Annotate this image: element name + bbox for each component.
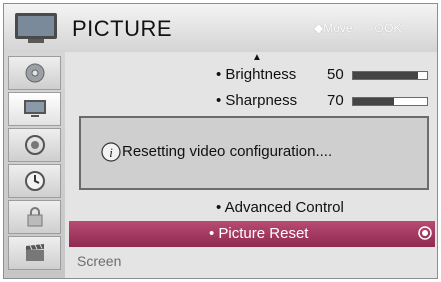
disc-icon (25, 63, 44, 83)
sharpness-level-fill (353, 98, 394, 105)
tv-icon (15, 13, 57, 43)
menu-item-brightness-label[interactable]: • Brightness (216, 66, 296, 83)
picture-menu-window: PICTURE ◆Move ⊙OK ▲ • Brightness 50 • Sh… (3, 3, 438, 279)
sidebar (4, 52, 65, 278)
sidebar-item-audio[interactable] (8, 128, 61, 162)
info-icon: i (101, 142, 121, 162)
lock-icon (27, 207, 42, 227)
ok-hint: ⊙OK (374, 21, 402, 35)
sidebar-item-disc[interactable] (8, 56, 61, 90)
sharpness-value: 70 (327, 92, 344, 109)
reset-progress-dialog: i Resetting video configuration.... (79, 116, 429, 190)
brightness-level-fill (353, 72, 419, 79)
clapperboard-icon (25, 244, 44, 261)
dialog-message: Resetting video configuration.... (122, 143, 333, 160)
move-arrows-icon: ◆ (314, 21, 324, 35)
move-hint: ◆Move (314, 21, 353, 35)
sharpness-level-bar[interactable] (352, 97, 428, 106)
menu-item-screen[interactable]: Screen (77, 253, 121, 269)
monitor-icon (23, 100, 46, 117)
svg-text:i: i (109, 145, 113, 160)
sidebar-item-time[interactable] (8, 164, 61, 198)
speaker-icon (24, 135, 45, 155)
ok-button-icon (418, 226, 432, 240)
sidebar-item-picture[interactable] (8, 92, 61, 126)
ok-circle-icon: ⊙ (374, 21, 385, 35)
menu-content: ▲ • Brightness 50 • Sharpness 70 i Reset… (65, 52, 437, 278)
sidebar-item-media[interactable] (8, 236, 61, 270)
menu-item-sharpness-label[interactable]: • Sharpness (216, 92, 297, 109)
page-title: PICTURE (72, 16, 173, 41)
menu-item-advanced-control[interactable]: • Advanced Control (216, 199, 344, 216)
menu-item-picture-reset[interactable]: • Picture Reset (69, 221, 435, 247)
brightness-value: 50 (327, 66, 344, 83)
scroll-up-arrow-icon[interactable]: ▲ (252, 52, 262, 63)
menu-header: PICTURE ◆Move ⊙OK (4, 4, 437, 52)
brightness-level-bar[interactable] (352, 71, 428, 80)
clock-icon (24, 171, 45, 191)
sidebar-item-lock[interactable] (8, 200, 61, 234)
picture-reset-label: • Picture Reset (209, 225, 309, 242)
